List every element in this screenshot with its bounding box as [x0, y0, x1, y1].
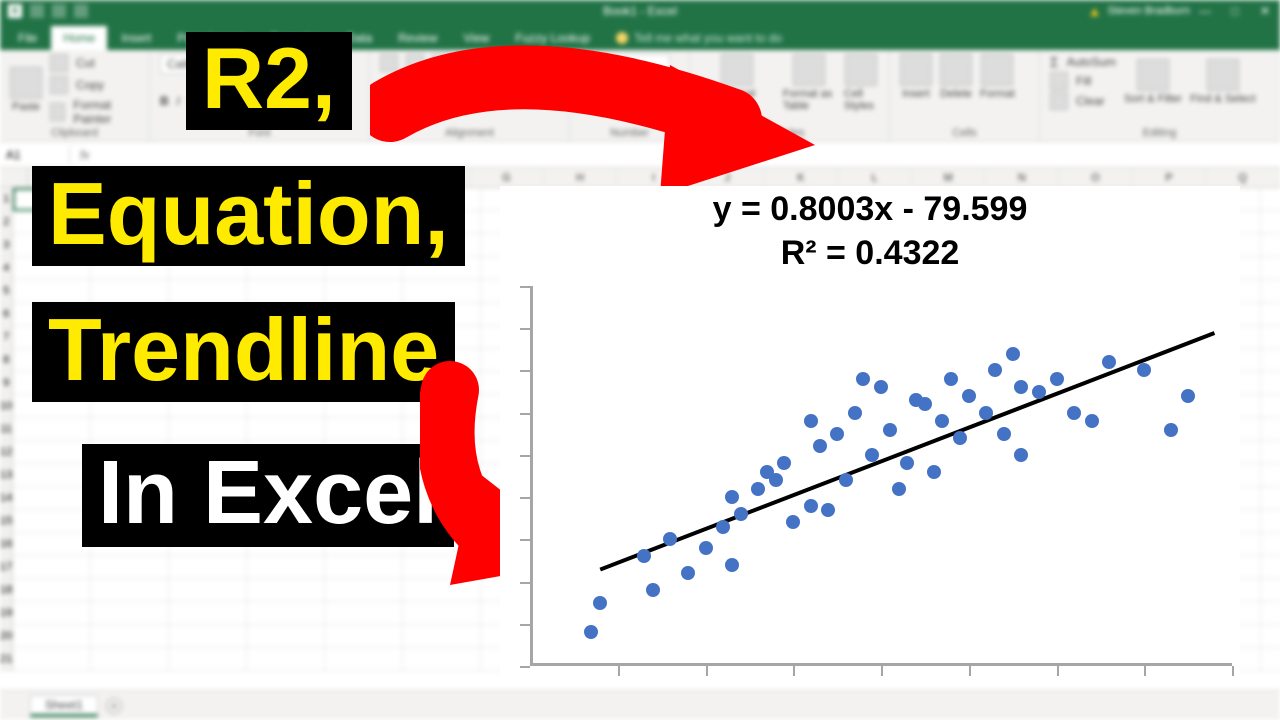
data-point	[699, 541, 713, 555]
trendline-equation: y = 0.8003x - 79.599	[500, 190, 1240, 229]
data-point	[839, 473, 853, 487]
plot-area	[530, 286, 1232, 666]
data-point	[997, 427, 1011, 441]
data-point	[944, 372, 958, 386]
x-tick	[969, 666, 971, 676]
data-point	[637, 549, 651, 563]
overlay-label-inexcel: In Excel	[82, 444, 454, 547]
data-point	[804, 499, 818, 513]
data-point	[1067, 406, 1081, 420]
data-point	[725, 490, 739, 504]
x-tick	[793, 666, 795, 676]
data-point	[1032, 385, 1046, 399]
data-point	[663, 532, 677, 546]
data-point	[935, 414, 949, 428]
data-point	[848, 406, 862, 420]
data-point	[953, 431, 967, 445]
y-tick	[520, 497, 530, 499]
overlay-label-r2: R2,	[186, 32, 352, 130]
r-squared-value: R² = 0.4322	[500, 234, 1240, 273]
data-point	[1085, 414, 1099, 428]
data-point	[1181, 389, 1195, 403]
data-point	[804, 414, 818, 428]
data-point	[769, 473, 783, 487]
y-tick	[520, 624, 530, 626]
x-tick	[618, 666, 620, 676]
y-tick	[520, 328, 530, 330]
data-point	[777, 456, 791, 470]
y-tick	[520, 582, 530, 584]
y-tick	[520, 286, 530, 288]
thumbnail-overlay: R2, Equation, Trendline In Excel y = 0.8…	[0, 0, 1280, 720]
data-point	[918, 397, 932, 411]
data-point	[1050, 372, 1064, 386]
x-tick	[1144, 666, 1146, 676]
overlay-label-trendline: Trendline	[32, 302, 455, 402]
y-tick	[520, 666, 530, 668]
data-point	[716, 520, 730, 534]
y-tick	[520, 455, 530, 457]
data-point	[813, 439, 827, 453]
data-point	[584, 625, 598, 639]
data-point	[874, 380, 888, 394]
x-tick	[881, 666, 883, 676]
data-point	[856, 372, 870, 386]
data-point	[681, 566, 695, 580]
data-point	[962, 389, 976, 403]
data-point	[900, 456, 914, 470]
data-point	[883, 423, 897, 437]
y-tick	[520, 539, 530, 541]
trendline	[530, 286, 1232, 666]
x-tick	[1232, 666, 1234, 676]
y-tick	[520, 370, 530, 372]
data-point	[1014, 380, 1028, 394]
data-point	[786, 515, 800, 529]
data-point	[927, 465, 941, 479]
data-point	[1137, 363, 1151, 377]
data-point	[979, 406, 993, 420]
data-point	[734, 507, 748, 521]
data-point	[1102, 355, 1116, 369]
data-point	[1014, 448, 1028, 462]
data-point	[593, 596, 607, 610]
y-tick	[520, 413, 530, 415]
data-point	[1164, 423, 1178, 437]
data-point	[1006, 347, 1020, 361]
data-point	[988, 363, 1002, 377]
data-point	[892, 482, 906, 496]
data-point	[830, 427, 844, 441]
data-point	[646, 583, 660, 597]
data-point	[751, 482, 765, 496]
x-tick	[706, 666, 708, 676]
x-tick	[1057, 666, 1059, 676]
data-point	[865, 448, 879, 462]
scatter-chart: y = 0.8003x - 79.599 R² = 0.4322	[500, 186, 1240, 686]
data-point	[821, 503, 835, 517]
data-point	[725, 558, 739, 572]
